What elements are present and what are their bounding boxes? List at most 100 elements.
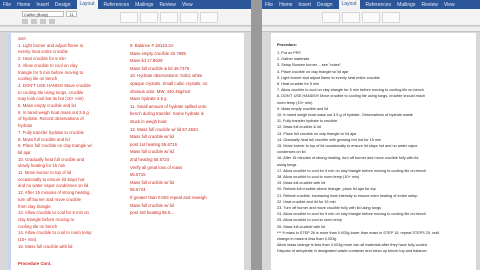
- procedure-step: 12. Mass full crucible & lid: [277, 125, 321, 130]
- font-color-icon[interactable]: [49, 19, 55, 24]
- procedure-step: 19. Mass full crucible with lid: [277, 181, 326, 186]
- observation-line: 2nd heating 55.5724: [130, 157, 170, 162]
- style-no-spacing[interactable]: [140, 12, 158, 23]
- tab-view[interactable]: View: [182, 2, 193, 8]
- procedure-line: 1. Light burner and adjust flame to: [18, 42, 84, 48]
- procedure-line: 3. Allow crucible to cool on clay: [18, 62, 78, 68]
- right-word-window: File Home Insert Design Layout References Mail…: [262, 0, 480, 270]
- procedure-step: 11. Fully transfer hydrate to crucible: [277, 119, 338, 124]
- procedure-step: 1. Put on PPE: [277, 51, 301, 55]
- procedure-line: and no water vapor condenses on lid: [18, 183, 89, 189]
- procedure-step: using tongs: [277, 162, 297, 167]
- style-no-spacing[interactable]: [342, 12, 360, 23]
- procedure-line: occasionally to ensure lid stays hot: [18, 176, 85, 182]
- tab-review[interactable]: Review: [421, 2, 437, 8]
- procedure-line: ssel: [18, 36, 26, 41]
- tab-file[interactable]: File: [265, 2, 273, 8]
- procedure-step: 9. Mass empty crucible and lid: [277, 106, 329, 111]
- observation-line: Mass full crucible w/ lid: [130, 179, 174, 185]
- observation-line: stuck in weigh boat: [130, 119, 167, 124]
- document-page[interactable]: ssel 1. Light burner and adjust flame to e…: [8, 33, 244, 270]
- procedure-step: 10. In tared weigh boat mass out 3.5 g o…: [277, 113, 413, 117]
- tab-home[interactable]: Home: [279, 2, 292, 8]
- procedure-step: 6. Heat crucible for 5 min: [277, 82, 320, 86]
- tab-layout[interactable]: Layout: [76, 0, 98, 9]
- procedure-heading: Procedure:: [277, 43, 298, 47]
- bold-icon[interactable]: [22, 19, 28, 24]
- tab-view[interactable]: View: [444, 2, 455, 8]
- tab-design[interactable]: Design: [55, 2, 71, 8]
- tab-references[interactable]: References: [104, 2, 130, 8]
- procedure-line: of hydrate. Record observations of: [18, 116, 84, 122]
- procedure-step: 2. Gather materials: [277, 57, 310, 62]
- underline-icon[interactable]: [40, 19, 46, 24]
- procedure-line: clay triangle before moving to: [18, 216, 75, 222]
- observation-line: 11. Small amount of hydrate spilled onto: [130, 103, 207, 109]
- observation-line: obvious odor. MW: 440.49g/mol: [130, 88, 191, 94]
- procedure-line: triangle for 5 min before moving to: [18, 69, 84, 75]
- tab-mailings[interactable]: Mailings: [397, 2, 415, 8]
- style-heading-1[interactable]: [362, 12, 380, 23]
- procedure-line: (10+ min): [18, 237, 37, 242]
- ribbon-tabs: File Home Insert Design Layout References Mail…: [0, 0, 251, 9]
- tab-file[interactable]: File: [3, 2, 11, 8]
- tab-home[interactable]: Home: [17, 2, 30, 8]
- observation-line: 9. Balance # 18143.2A: [130, 43, 174, 48]
- ruler: [0, 27, 251, 32]
- style-normal[interactable]: [322, 12, 340, 23]
- observation-line: Mass lid 17.8629: [130, 58, 163, 64]
- procedure-line: 9. Place full crucible on clay triangle …: [18, 143, 92, 149]
- procedure-step: 14. Gradually heat full crucible with gr…: [277, 137, 382, 142]
- style-heading-2[interactable]: [382, 12, 400, 23]
- procedure-line: 11. Move burner to top of lid: [18, 170, 72, 175]
- observation-line: Mass full crucible & lid 49.7375: [130, 65, 190, 71]
- style-normal[interactable]: [120, 12, 138, 23]
- procedure-line: 14. Allow crucible to cool to room temp: [18, 230, 92, 236]
- procedure-line: 4. DON'T USE HANDS! Move crucible: [18, 82, 91, 88]
- procedure-line: from clay triangle: [18, 203, 51, 209]
- procedure-cont-heading: Procedure Cont.: [18, 261, 52, 266]
- procedure-step: Dispose of anhydrate in designated waste…: [277, 249, 428, 254]
- font-size-box[interactable]: 11: [66, 11, 77, 17]
- procedure-step: condenses on lid: [277, 150, 306, 155]
- procedure-step: 25. Allow crucible to cool to room temp: [277, 218, 342, 223]
- procedure-line: cooling tile on bench: [18, 223, 58, 229]
- tab-insert[interactable]: Insert: [298, 2, 311, 8]
- procedure-step: 26. Mass full crucible with lid: [277, 224, 326, 229]
- procedure-line: evenly heat entire crucible: [18, 49, 68, 55]
- tab-mailings[interactable]: Mailings: [135, 2, 153, 8]
- selection-indicator: [8, 33, 11, 270]
- observation-line: 55.5724: [130, 187, 146, 193]
- procedure-line: 8. Mass full crucible and lid: [18, 136, 70, 142]
- procedure-line: lid ajar: [18, 149, 31, 155]
- procedure-step: 18. Allow crucible to cool to room temp …: [277, 175, 360, 179]
- tab-references[interactable]: References: [366, 2, 392, 8]
- tab-layout[interactable]: Layout: [338, 0, 360, 9]
- style-title[interactable]: [200, 12, 218, 23]
- procedure-step: Allow mass change is less than 0.003g mo…: [277, 243, 427, 248]
- style-heading-2[interactable]: [180, 12, 198, 23]
- styles-gallery: [120, 12, 218, 23]
- tab-review[interactable]: Review: [159, 2, 175, 8]
- left-word-window: File Home Insert Design Layout References Mail…: [0, 0, 251, 270]
- observation-line: Mass hydrate 3.5 g: [130, 96, 167, 102]
- document-page[interactable]: Procedure: 1. Put on PPE 2. Gather materi…: [271, 33, 476, 270]
- ribbon: Calibri (Body) 11: [0, 9, 251, 26]
- procedure-line: 10. Gradually heat full crucible and: [18, 156, 85, 162]
- observation-line: Mass full crucible w/ lid: [130, 134, 174, 140]
- procedure-line: 12. After 15 minutes of strong heating,: [18, 190, 91, 196]
- tab-insert[interactable]: Insert: [36, 2, 49, 8]
- style-heading-1[interactable]: [160, 12, 178, 23]
- procedure-step: 21. Reheat crucible, increasing heat int…: [277, 193, 418, 198]
- procedure-step: change in mass is less than 0.003g: [277, 237, 337, 241]
- procedure-step: room temp (10+ min): [277, 100, 313, 105]
- observation-line: bench during transfer. Some hydrate is: [130, 111, 204, 117]
- procedure-step: 5. Light burner and adjust flame to even…: [277, 75, 380, 80]
- procedure-step: 13. Place full crucible on clay triangle…: [277, 131, 357, 136]
- observation-line: 12. Mass full crucible w/ lid 57.4634: [130, 126, 198, 132]
- procedure-line: 6. In tared weigh boat mass out 3.5 g: [18, 109, 89, 115]
- tab-design[interactable]: Design: [317, 2, 333, 8]
- procedure-step: 8. DON'T USE HANDS!!! Move crucible to c…: [277, 94, 426, 99]
- italic-icon[interactable]: [31, 19, 37, 24]
- font-name-box[interactable]: Calibri (Body): [22, 11, 64, 17]
